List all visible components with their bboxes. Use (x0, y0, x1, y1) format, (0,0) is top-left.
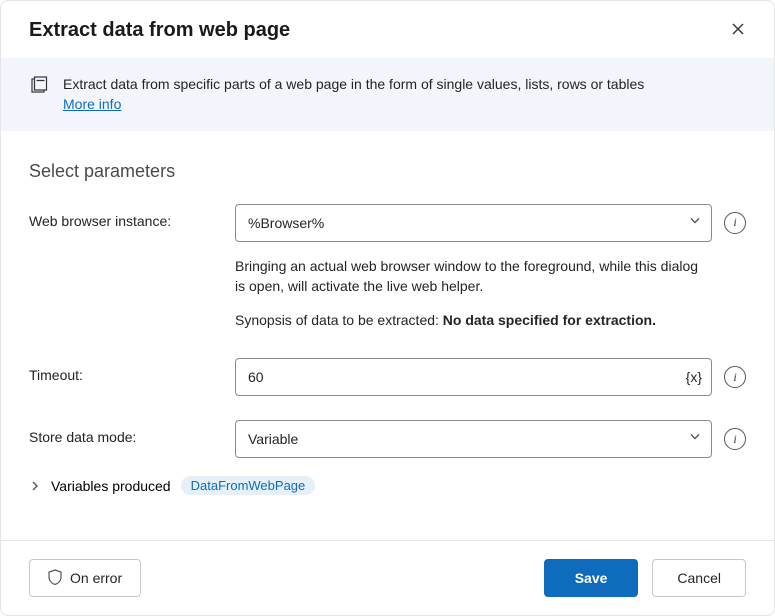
shield-icon (48, 569, 62, 588)
row-timeout: Timeout: {x} i (29, 358, 746, 396)
row-store-mode: Store data mode: Variable i (29, 420, 746, 458)
browser-help-text: Bringing an actual web browser window to… (235, 256, 712, 297)
info-banner: Extract data from specific parts of a we… (1, 58, 774, 131)
variable-chip[interactable]: DataFromWebPage (181, 476, 316, 495)
dialog-header: Extract data from web page (1, 1, 774, 58)
extract-data-dialog: Extract data from web page Extract data … (0, 0, 775, 616)
close-icon (730, 21, 746, 37)
dialog-title: Extract data from web page (29, 19, 290, 42)
chevron-right-icon (29, 480, 41, 492)
store-mode-select[interactable]: Variable (235, 420, 712, 458)
timeout-input-wrap[interactable]: {x} (235, 358, 712, 396)
dialog-body: Select parameters Web browser instance: … (1, 131, 774, 540)
store-mode-info-button[interactable]: i (724, 428, 746, 450)
row-browser: Web browser instance: %Browser% Bringing… (29, 204, 746, 331)
more-info-link[interactable]: More info (63, 96, 121, 112)
variables-produced-label: Variables produced (51, 478, 171, 494)
webpage-icon (29, 76, 49, 101)
banner-text: Extract data from specific parts of a we… (63, 74, 644, 115)
variable-token-icon[interactable]: {x} (686, 369, 702, 385)
browser-label: Web browser instance: (29, 204, 235, 229)
timeout-input[interactable] (235, 358, 712, 396)
section-title: Select parameters (29, 161, 746, 182)
browser-select[interactable]: %Browser% (235, 204, 712, 242)
browser-info-button[interactable]: i (724, 212, 746, 234)
variables-produced-row[interactable]: Variables produced DataFromWebPage (29, 476, 746, 495)
on-error-button[interactable]: On error (29, 559, 141, 597)
dialog-footer: On error Save Cancel (1, 540, 774, 615)
timeout-label: Timeout: (29, 358, 235, 383)
cancel-button[interactable]: Cancel (652, 559, 746, 597)
close-button[interactable] (726, 17, 750, 44)
timeout-info-button[interactable]: i (724, 366, 746, 388)
synopsis-text: Synopsis of data to be extracted: No dat… (235, 310, 712, 330)
store-mode-label: Store data mode: (29, 420, 235, 445)
save-button[interactable]: Save (544, 559, 639, 597)
